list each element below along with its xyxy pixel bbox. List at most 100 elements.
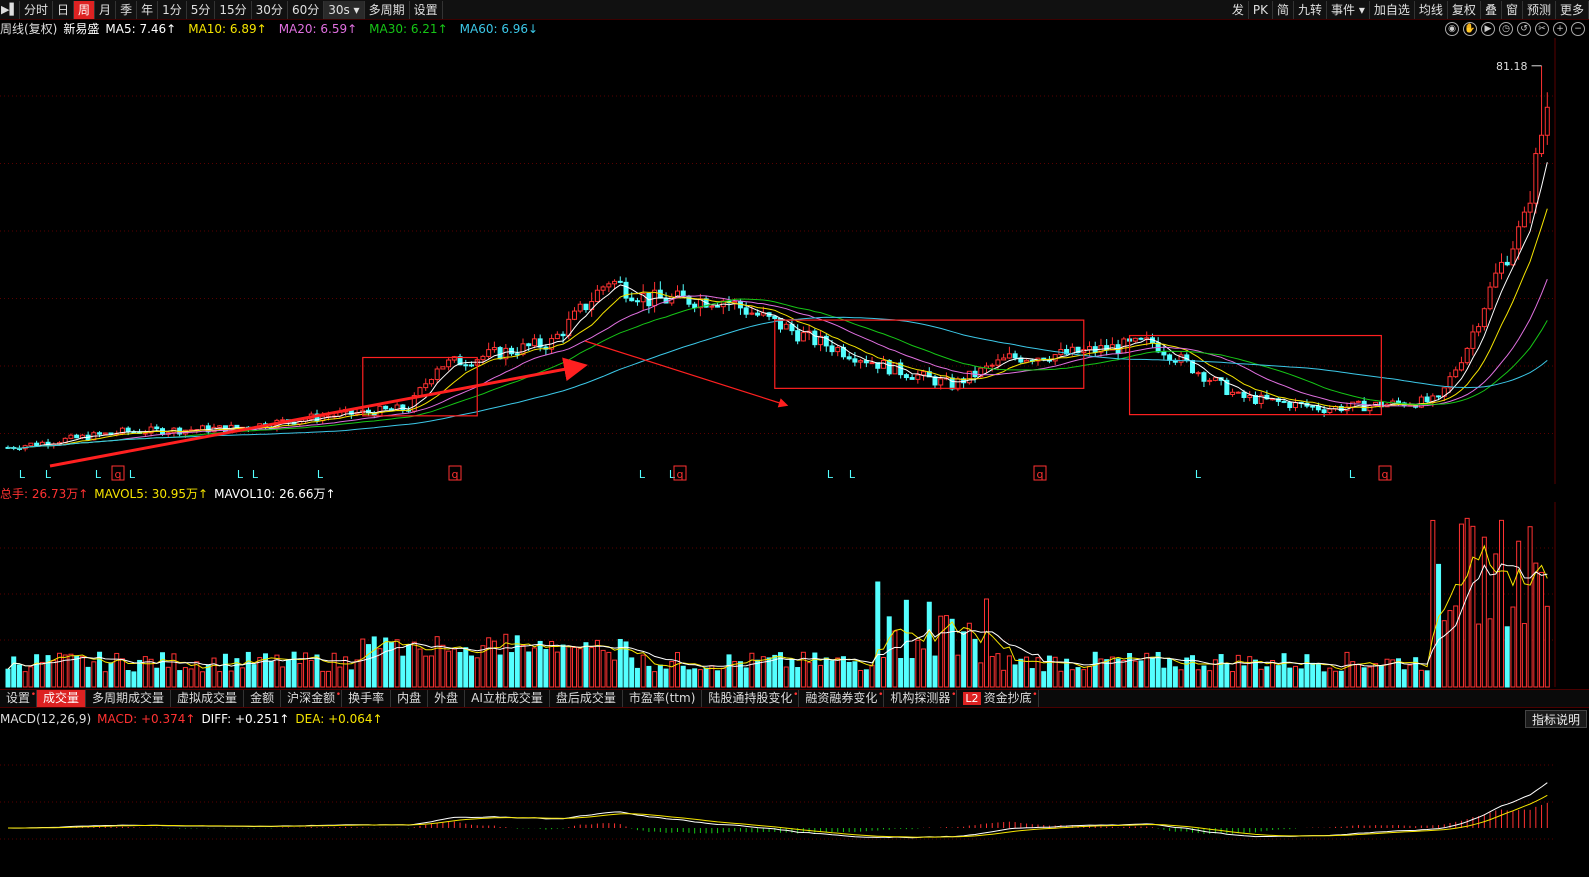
toolbar-action-5[interactable]: 加自选 — [1370, 0, 1415, 19]
play-icon[interactable]: ▶ — [1481, 22, 1495, 36]
volume-bar — [921, 648, 927, 688]
indicator-tab-4[interactable]: 金额 — [244, 690, 282, 707]
candle-body — [74, 434, 80, 439]
ma20-line — [7, 279, 1548, 449]
period-tab-7[interactable]: 5分 — [187, 0, 216, 19]
candle-body — [440, 366, 446, 370]
indicator-tab-5[interactable]: 沪深金额 • — [281, 690, 343, 707]
hand-icon[interactable]: ✋ — [1463, 22, 1477, 36]
max-price-label: 81.18 — [1496, 60, 1528, 73]
period-tab-9[interactable]: 30分 — [252, 0, 288, 19]
candle-body — [1493, 272, 1499, 288]
volume-bar — [39, 661, 45, 688]
indicator-tab-13[interactable]: 融资融券变化 • — [799, 690, 885, 707]
candle-body — [200, 425, 206, 431]
volume-bar — [989, 655, 995, 688]
candle-body — [1086, 346, 1093, 351]
toolbar-action-4[interactable]: 事件 ▾ — [1327, 0, 1370, 19]
volume-bar — [1092, 651, 1098, 688]
period-tab-0[interactable]: 分时 — [20, 0, 54, 19]
new-marker-icon: • — [335, 690, 342, 700]
candle-body — [1001, 357, 1007, 361]
indicator-tab-6[interactable]: 换手率 — [342, 690, 392, 707]
volume-bar — [1498, 519, 1505, 688]
indicator-tab-0[interactable]: 设置 • — [0, 690, 38, 707]
signal-marker: L — [1195, 468, 1202, 481]
volume-bar — [16, 664, 22, 688]
indicator-tab-8[interactable]: 外盘 — [428, 690, 466, 707]
indicator-tab-12[interactable]: 陆股通持股变化 • — [702, 690, 800, 707]
indicator-tab-3[interactable]: 虚拟成交量 — [171, 690, 245, 707]
candle-body — [583, 303, 589, 311]
volume-bar — [446, 650, 452, 688]
period-tab-12[interactable]: 多周期 — [365, 0, 410, 19]
candle-body — [1167, 354, 1173, 361]
period-tab-5[interactable]: 年 — [137, 0, 159, 19]
indicator-tab-14[interactable]: 机构探测器 • — [884, 690, 958, 707]
period-tab-13[interactable]: 设置 — [410, 0, 443, 19]
candle-body — [531, 338, 537, 347]
indicator-tab-10[interactable]: 盘后成交量 — [550, 690, 623, 707]
toggle-panel-icon[interactable]: ▶▌ — [0, 0, 20, 19]
candle-body — [686, 295, 692, 305]
indicator-help-button[interactable]: 指标说明 — [1524, 710, 1587, 728]
volume-bar — [1201, 665, 1207, 688]
volume-bar — [1424, 670, 1430, 688]
indicator-tab-label: AI立桩成交量 — [471, 691, 543, 705]
candle-body — [1510, 248, 1516, 266]
scissors-icon[interactable]: ✂ — [1535, 22, 1549, 36]
toolbar-action-11[interactable]: 更多 — [1556, 0, 1589, 19]
eye-icon[interactable]: ◉ — [1445, 22, 1459, 36]
indicator-tab-7[interactable]: 内盘 — [391, 690, 429, 707]
toolbar-left: ▶▌ 分时日周月季年 1分 5分 15分 30分 60分 30s ▾ 多周期 设置 — [0, 0, 443, 20]
period-tab-10[interactable]: 60分 — [288, 0, 325, 19]
zoom-in-icon[interactable]: + — [1553, 22, 1567, 36]
volume-bar — [829, 660, 835, 688]
candle-body — [938, 378, 944, 386]
toolbar-action-9[interactable]: 窗 — [1502, 0, 1523, 19]
volume-bar — [1207, 670, 1213, 688]
indicator-tab-9[interactable]: AI立桩成交量 — [465, 690, 550, 707]
volume-bar — [343, 656, 349, 688]
volume-bar — [79, 656, 85, 688]
toolbar-action-2[interactable]: 简 — [1273, 0, 1295, 19]
macd-info-bar: MACD(12,26,9) MACD: +0.374↑ DIFF: +0.251… — [0, 711, 389, 727]
period-tab-4[interactable]: 季 — [116, 0, 138, 19]
period-tab-11[interactable]: 30s ▾ — [324, 0, 365, 19]
indicator-tab-1[interactable]: 成交量 — [37, 690, 87, 707]
volume-bar — [743, 667, 749, 688]
volume-bar — [1001, 669, 1007, 688]
period-tab-6[interactable]: 1分 — [158, 0, 187, 19]
candle-body — [217, 425, 223, 428]
volume-bar — [1270, 659, 1276, 688]
volume-bar — [961, 631, 967, 688]
toolbar-action-7[interactable]: 复权 — [1448, 0, 1481, 19]
clock-icon[interactable]: ◷ — [1499, 22, 1513, 36]
volume-bar — [371, 636, 377, 688]
toolbar-action-3[interactable]: 九转 — [1294, 0, 1328, 19]
indicator-tab-11[interactable]: 市盈率(ttm) — [623, 690, 703, 707]
volume-chart[interactable] — [0, 502, 1589, 689]
candle-body — [497, 347, 503, 360]
toolbar-action-8[interactable]: 叠 — [1481, 0, 1502, 19]
toolbar-action-1[interactable]: PK — [1249, 0, 1274, 19]
undo-icon[interactable]: ↺ — [1517, 22, 1531, 36]
volume-bar — [1338, 670, 1344, 688]
volume-bar — [142, 656, 148, 688]
toolbar-action-10[interactable]: 预测 — [1523, 0, 1556, 19]
indicator-tab-2[interactable]: 多周期成交量 — [86, 690, 172, 707]
period-tab-1[interactable]: 日 — [53, 0, 75, 19]
macd-name: MACD(12,26,9) — [0, 712, 92, 726]
price-chart[interactable]: 81.18L L Lq L L L Lq L Lq L Lq L Lq — [0, 38, 1589, 484]
toolbar-action-6[interactable]: 均线 — [1415, 0, 1448, 19]
period-tab-2[interactable]: 周 — [74, 0, 96, 19]
volume-bar — [1149, 656, 1155, 688]
toolbar-action-0[interactable]: 发 — [1228, 0, 1249, 19]
macd-chart[interactable] — [0, 728, 1589, 877]
candle-body — [1138, 337, 1144, 340]
period-tab-3[interactable]: 月 — [95, 0, 117, 19]
zoom-out-icon[interactable]: − — [1571, 22, 1585, 36]
indicator-tab-15[interactable]: L2 资金抄底 • — [957, 690, 1039, 707]
volume-bar — [663, 668, 669, 688]
period-tab-8[interactable]: 15分 — [215, 0, 252, 19]
